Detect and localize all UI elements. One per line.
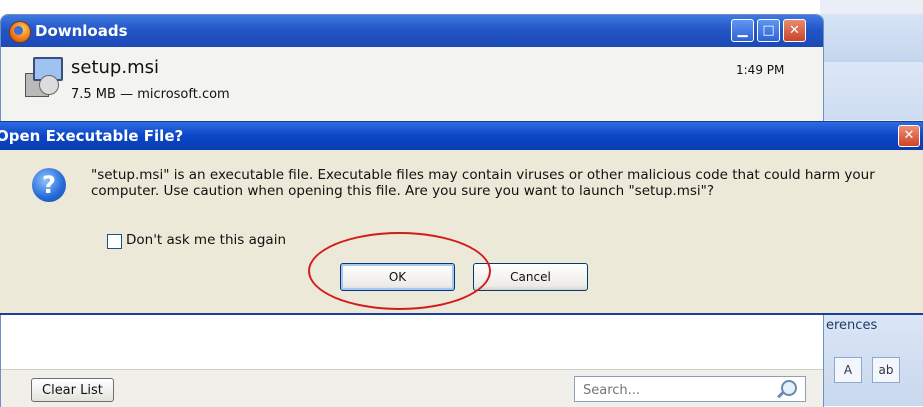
download-file-name: setup.msi — [71, 57, 159, 78]
close-icon[interactable]: ✕ — [898, 125, 920, 147]
red-highlight-circle — [308, 232, 491, 310]
close-icon[interactable]: ✕ — [783, 19, 806, 42]
download-time: 1:49 PM — [736, 63, 785, 77]
minimize-icon[interactable]: ▁ — [731, 19, 754, 42]
downloads-title: Downloads — [35, 22, 128, 40]
clear-list-button[interactable]: Clear List — [31, 378, 114, 402]
references-tab-label[interactable]: erences — [826, 318, 877, 333]
grow-font-icon[interactable]: A — [834, 357, 862, 383]
downloads-footer: Clear List — [1, 369, 823, 407]
ribbon-tools-band: ⊕ ✕ ▣ — [820, 62, 923, 166]
open-executable-dialog: Open Executable File? ✕ ? "setup.msi" is… — [0, 121, 923, 315]
question-icon: ? — [32, 168, 66, 202]
search-input[interactable] — [581, 380, 775, 400]
dialog-title: Open Executable File? — [0, 127, 184, 145]
dialog-message: "setup.msi" is an executable file. Execu… — [91, 167, 875, 199]
msi-package-icon — [23, 57, 63, 97]
download-list-item[interactable]: setup.msi 7.5 MB — microsoft.com 1:49 PM — [1, 47, 823, 123]
downloads-title-bar[interactable]: Downloads ▁ □ ✕ — [1, 15, 823, 47]
search-field[interactable] — [574, 376, 806, 402]
maximize-icon[interactable]: □ — [757, 19, 780, 42]
search-icon[interactable] — [781, 380, 797, 396]
download-file-meta: 7.5 MB — microsoft.com — [71, 87, 230, 102]
dont-ask-label[interactable]: Don't ask me this again — [126, 232, 286, 248]
dialog-title-bar[interactable]: Open Executable File? ✕ — [0, 122, 923, 150]
ribbon-tabs-band — [820, 14, 923, 63]
firefox-icon — [9, 21, 31, 43]
dont-ask-checkbox[interactable] — [107, 234, 122, 249]
spelling-icon[interactable]: ab — [872, 357, 900, 383]
